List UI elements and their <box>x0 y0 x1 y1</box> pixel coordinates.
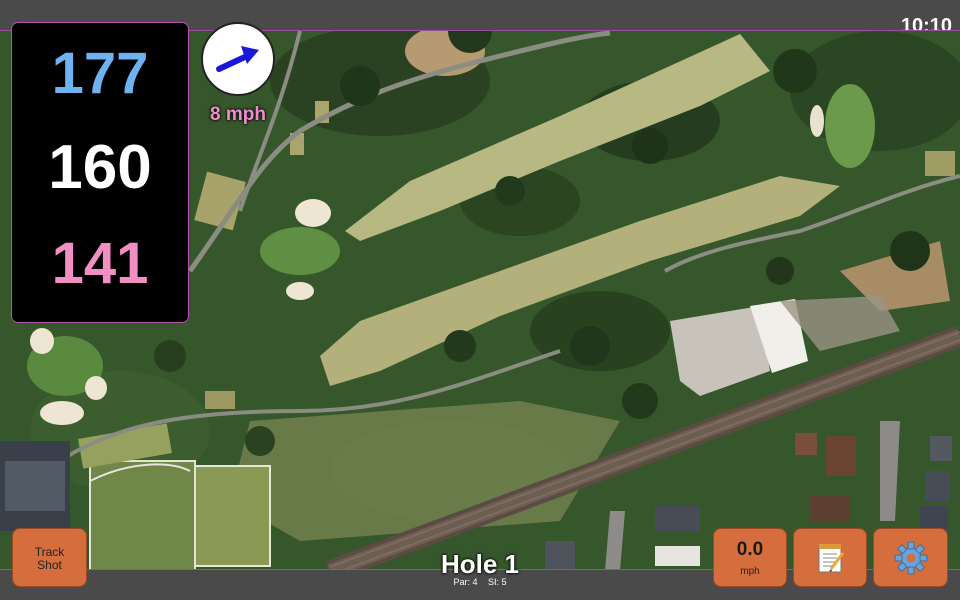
speed-value: 0.0 <box>736 539 764 560</box>
arrow-right-icon <box>216 46 259 72</box>
wind-indicator <box>201 22 275 96</box>
back-distance: 177 <box>51 41 149 106</box>
settings-button[interactable] <box>873 528 948 587</box>
speed-unit: mph <box>740 566 760 577</box>
hole-par: Par: 4 <box>453 577 478 587</box>
track-shot-button[interactable]: Track Shot <box>12 528 87 587</box>
middle-distance: 160 <box>48 133 152 202</box>
hole-meta: Par: 4 SI: 5 <box>380 577 580 587</box>
hole-title: Hole 1 <box>440 549 520 579</box>
speed-button[interactable]: 0.0 mph <box>713 528 787 587</box>
distance-panel: 177 160 141 <box>11 22 189 323</box>
notepad-icon <box>818 544 845 573</box>
wind-speed: 8 mph <box>210 104 266 125</box>
track-shot-label: Track Shot <box>34 545 65 572</box>
hole-stroke-index: SI: 5 <box>488 577 507 587</box>
front-distance: 141 <box>51 231 149 296</box>
notes-button[interactable] <box>793 528 867 587</box>
gear-icon <box>894 541 928 575</box>
